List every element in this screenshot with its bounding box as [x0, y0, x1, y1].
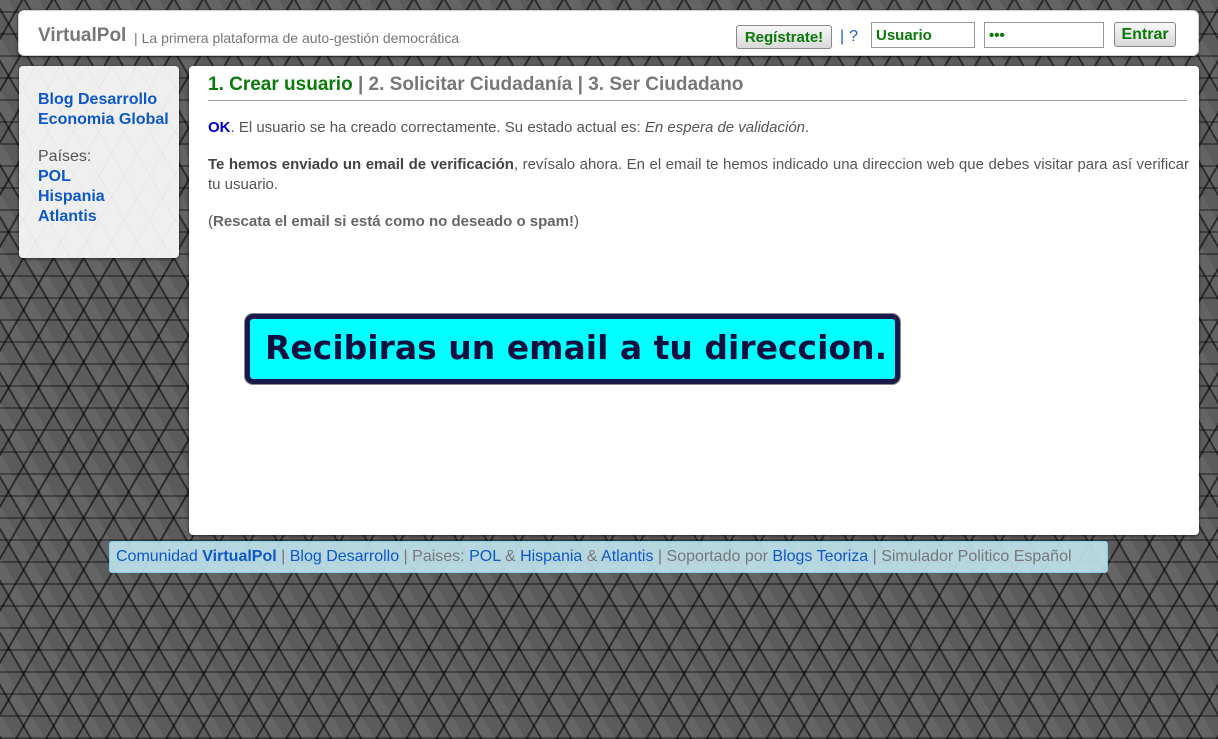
tagline: | La primera plataforma de auto-gestión d… [134, 30, 459, 46]
status-text: . El usuario se ha creado correctamente.… [230, 119, 645, 136]
spam-notice-bold: Rescata el email si está como no deseado… [213, 213, 574, 230]
footer-link-hispania[interactable]: Hispania [520, 548, 582, 565]
register-button[interactable]: Regístrate! [736, 25, 832, 49]
help-link[interactable]: ? [849, 28, 858, 45]
footer-link-pol[interactable]: POL [469, 548, 500, 565]
step-separator: | [352, 74, 369, 95]
footer-separator: | [276, 548, 290, 565]
footer-amp: & [582, 548, 602, 565]
sidebar-link-economy[interactable]: Economia Global [38, 111, 169, 129]
status-state: En espera de validación [644, 119, 806, 136]
sidebar-country-hispania[interactable]: Hispania [38, 188, 105, 206]
help-separator: | [840, 28, 845, 45]
tagline-text: La primera plataforma de auto-gestión de… [141, 30, 460, 46]
password-input[interactable] [984, 22, 1104, 48]
email-notice-bold: Te hemos enviado un email de verificació… [208, 156, 514, 173]
footer-community-prefix: Comunidad [116, 548, 203, 565]
sidebar-countries-label: Países: [38, 148, 92, 165]
header-bar: VirtualPol | La primera plataforma de aut… [18, 10, 1199, 56]
email-callout-banner: Recibiras un email a tu direccion. [245, 314, 900, 384]
footer-link-community[interactable]: Comunidad VirtualPol [116, 548, 277, 565]
sidebar-country-pol[interactable]: POL [38, 168, 71, 186]
login-button[interactable]: Entrar [1114, 22, 1176, 47]
footer-link-blog[interactable]: Blog Desarrollo [290, 548, 399, 565]
main-panel: 1. Crear usuario | 2. Solicitar Ciudadan… [189, 66, 1199, 535]
registration-steps: 1. Crear usuario | 2. Solicitar Ciudadan… [208, 74, 1187, 101]
step-be-citizen: 3. Ser Ciudadano [588, 74, 744, 95]
status-end: . [805, 119, 810, 136]
footer-community-name: VirtualPol [202, 548, 277, 565]
footer-link-atlantis[interactable]: Atlantis [601, 548, 653, 565]
step-separator: | [572, 74, 589, 95]
step-request-citizenship: 2. Solicitar Ciudadanía [368, 74, 573, 95]
spam-notice: (Rescata el email si está como no desead… [208, 213, 579, 230]
footer-separator: | [868, 548, 882, 565]
footer-supported-prefix: Soportado por [666, 548, 773, 565]
sidebar: Blog Desarrollo Economia Global Países: … [19, 66, 179, 258]
brand-logo-link[interactable]: VirtualPol [38, 25, 126, 47]
sidebar-link-blog[interactable]: Blog Desarrollo [38, 91, 157, 109]
footer-amp: & [500, 548, 521, 565]
username-input[interactable] [871, 22, 975, 48]
ok-label: OK [208, 119, 231, 136]
sidebar-country-atlantis[interactable]: Atlantis [38, 208, 97, 226]
tagline-separator: | [134, 30, 138, 46]
status-message: OK. El usuario se ha creado correctament… [208, 119, 809, 136]
footer-countries-prefix: Paises: [412, 548, 470, 565]
footer-bar: Comunidad VirtualPol | Blog Desarrollo |… [109, 541, 1108, 573]
footer-separator: | [653, 548, 667, 565]
footer-separator: | [399, 548, 413, 565]
footer-link-blogs-teoriza[interactable]: Blogs Teoriza [772, 548, 868, 565]
footer-simulator-label: Simulador Politico Español [881, 548, 1072, 565]
email-notice: Te hemos enviado un email de verificació… [208, 155, 1189, 195]
step-create-user: 1. Crear usuario [208, 74, 353, 95]
help-area: |? [840, 28, 858, 46]
spam-close: ) [573, 213, 579, 230]
